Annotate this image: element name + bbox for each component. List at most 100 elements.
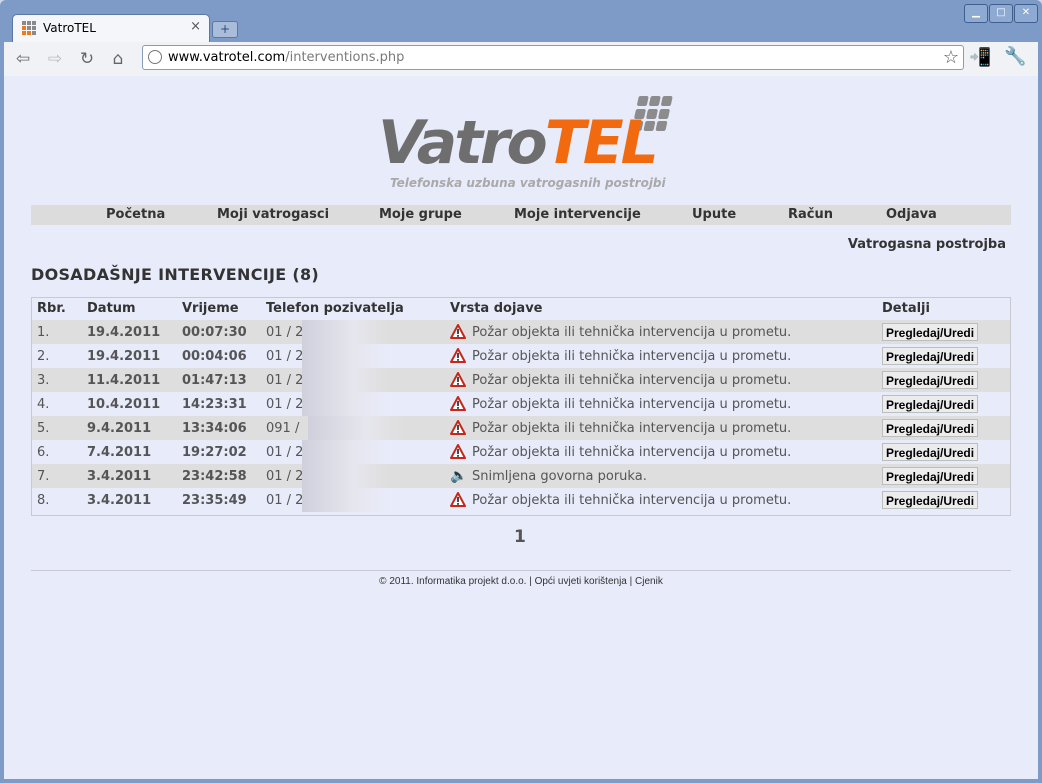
- home-icon[interactable]: ⌂: [105, 46, 131, 72]
- row-number: 4.: [37, 397, 50, 412]
- col-vrsta-dojave: Vrsta dojave: [450, 301, 543, 316]
- reload-icon[interactable]: ↻: [74, 46, 100, 72]
- row-time: 00:07:30: [182, 325, 247, 340]
- row-time: 13:34:06: [182, 421, 247, 436]
- url-domain: www.vatrotel.com: [168, 50, 286, 65]
- new-tab-button[interactable]: +: [212, 21, 238, 38]
- row-phone: 091 /: [266, 421, 300, 436]
- menu-item-moje-grupe[interactable]: Moje grupe: [379, 207, 462, 222]
- maximize-button[interactable]: □: [989, 4, 1013, 23]
- menu-item-racun[interactable]: Račun: [788, 207, 833, 222]
- footer-divider: [31, 570, 1011, 571]
- forward-icon[interactable]: ⇨: [42, 46, 68, 72]
- warning-icon: [450, 420, 466, 435]
- view-edit-button[interactable]: Pregledaj/Uredi: [882, 371, 979, 389]
- row-type: Požar objekta ili tehnička intervencija …: [472, 445, 792, 460]
- row-type: Požar objekta ili tehnička intervencija …: [472, 397, 792, 412]
- row-time: 19:27:02: [182, 445, 247, 460]
- table-row: 8. 3.4.2011 23:35:49 01 / 2 Požar objekta il…: [32, 488, 1010, 512]
- row-phone: 01 / 2: [266, 469, 304, 484]
- pagination-page-1[interactable]: 1: [514, 527, 526, 547]
- url-text: www.vatrotel.com/interventions.php: [168, 50, 404, 65]
- row-time: 01:47:13: [182, 373, 247, 388]
- globe-icon: [148, 50, 162, 64]
- table-header: Rbr. Datum Vrijeme Telefon pozivatelja V…: [32, 298, 1010, 320]
- view-edit-button[interactable]: Pregledaj/Uredi: [882, 395, 979, 413]
- row-type: Požar objekta ili tehnička intervencija …: [472, 493, 792, 508]
- footer-terms-link[interactable]: Opći uvjeti korištenja: [535, 576, 627, 587]
- row-phone: 01 / 2: [266, 493, 304, 508]
- row-phone: 01 / 2: [266, 445, 304, 460]
- tab-title: VatroTEL: [43, 21, 96, 35]
- organization-name: Vatrogasna postrojba: [847, 237, 1006, 252]
- row-phone: 01 / 2: [266, 373, 304, 388]
- footer-separator: |: [629, 576, 633, 587]
- table-row: 4. 10.4.2011 14:23:31 01 / 2 Požar objekta i…: [32, 392, 1010, 416]
- menu-item-odjava[interactable]: Odjava: [886, 207, 937, 222]
- row-time: 00:04:06: [182, 349, 247, 364]
- redacted-phone-blur: [302, 368, 388, 392]
- row-time: 23:35:49: [182, 493, 247, 508]
- minimize-button[interactable]: ▁: [964, 4, 988, 23]
- warning-icon: [450, 492, 466, 507]
- vatrotel-logo: VatroTEL Telefonska uzbuna vatrogasnih p…: [378, 96, 678, 196]
- row-date: 10.4.2011: [87, 397, 161, 412]
- logo-wordmark: VatroTEL: [378, 108, 659, 178]
- footer-pricing-link[interactable]: Cjenik: [635, 576, 663, 587]
- view-edit-button[interactable]: Pregledaj/Uredi: [882, 467, 979, 485]
- wrench-icon[interactable]: 🔧: [1004, 46, 1026, 67]
- browser-toolbar: ⇦ ⇨ ↻ ⌂ www.vatrotel.com/interventions.p…: [4, 42, 1038, 76]
- footer-copyright: © 2011. Informatika projekt d.o.o. |: [379, 576, 532, 587]
- vatrotel-favicon-icon: [22, 21, 36, 35]
- table-row: 2. 19.4.2011 00:04:06 01 / 2 Požar objekta i…: [32, 344, 1010, 368]
- row-number: 1.: [37, 325, 50, 340]
- bookmark-star-icon[interactable]: ☆: [943, 47, 959, 68]
- row-number: 6.: [37, 445, 50, 460]
- row-number: 2.: [37, 349, 50, 364]
- url-path: /interventions.php: [285, 50, 405, 65]
- row-date: 3.4.2011: [87, 493, 152, 508]
- table-row: 6. 7.4.2011 19:27:02 01 / 2 Požar objekta il…: [32, 440, 1010, 464]
- menu-item-pocetna[interactable]: Početna: [106, 207, 165, 222]
- view-edit-button[interactable]: Pregledaj/Uredi: [882, 323, 979, 341]
- browser-window: VatroTEL × + ▁ □ ✕ ⇦ ⇨ ↻ ⌂ www.vatrotel.…: [0, 0, 1042, 783]
- tab-close-icon[interactable]: ×: [190, 19, 201, 34]
- row-phone: 01 / 2: [266, 349, 304, 364]
- main-menu: Početna Moji vatrogasci Moje grupe Moje …: [31, 205, 1011, 225]
- row-phone: 01 / 2: [266, 397, 304, 412]
- page-title: DOSADAŠNJE INTERVENCIJE (8): [31, 265, 320, 284]
- extension-phone-icon[interactable]: 📲: [969, 47, 991, 68]
- table-row: 1. 19.4.2011 00:07:30 01 / 2 Požar objekta i…: [32, 320, 1010, 344]
- row-date: 19.4.2011: [87, 349, 161, 364]
- col-telefon: Telefon pozivatelja: [266, 301, 404, 316]
- menu-item-moje-intervencije[interactable]: Moje intervencije: [514, 207, 641, 222]
- view-edit-button[interactable]: Pregledaj/Uredi: [882, 347, 979, 365]
- redacted-phone-blur: [302, 440, 388, 464]
- menu-item-moji-vatrogasci[interactable]: Moji vatrogasci: [217, 207, 329, 222]
- row-date: 7.4.2011: [87, 445, 152, 460]
- address-bar[interactable]: www.vatrotel.com/interventions.php ☆: [142, 45, 964, 70]
- footer: © 2011. Informatika projekt d.o.o. | Opć…: [4, 576, 1038, 587]
- warning-icon: [450, 324, 466, 339]
- menu-item-upute[interactable]: Upute: [692, 207, 736, 222]
- page-content: VatroTEL Telefonska uzbuna vatrogasnih p…: [4, 76, 1038, 779]
- warning-icon: [450, 348, 466, 363]
- col-vrijeme: Vrijeme: [182, 301, 239, 316]
- row-number: 3.: [37, 373, 50, 388]
- interventions-table: Rbr. Datum Vrijeme Telefon pozivatelja V…: [31, 297, 1011, 516]
- view-edit-button[interactable]: Pregledaj/Uredi: [882, 419, 979, 437]
- back-icon[interactable]: ⇦: [10, 46, 36, 72]
- row-time: 14:23:31: [182, 397, 247, 412]
- warning-icon: [450, 444, 466, 459]
- close-window-button[interactable]: ✕: [1014, 4, 1038, 23]
- row-number: 7.: [37, 469, 50, 484]
- view-edit-button[interactable]: Pregledaj/Uredi: [882, 491, 979, 509]
- redacted-phone-blur: [308, 416, 404, 440]
- redacted-phone-blur: [302, 488, 388, 512]
- row-time: 23:42:58: [182, 469, 247, 484]
- row-date: 11.4.2011: [87, 373, 161, 388]
- warning-icon: [450, 396, 466, 411]
- row-type: Požar objekta ili tehnička intervencija …: [472, 373, 792, 388]
- view-edit-button[interactable]: Pregledaj/Uredi: [882, 443, 979, 461]
- browser-tab[interactable]: VatroTEL ×: [12, 14, 210, 42]
